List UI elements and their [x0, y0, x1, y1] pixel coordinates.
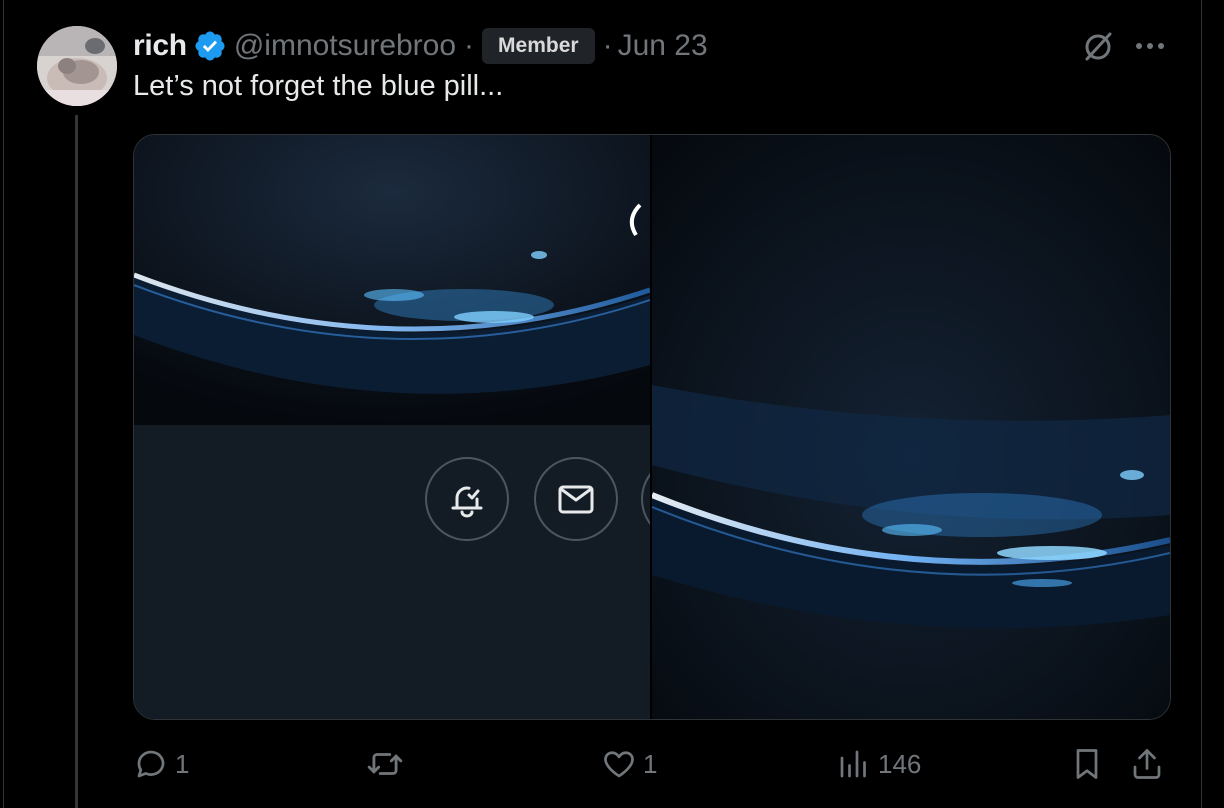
like-button[interactable]: 1 — [601, 740, 657, 788]
share-button[interactable] — [1129, 740, 1165, 788]
share-icon — [1133, 749, 1161, 779]
message-button[interactable] — [534, 457, 618, 541]
avatar[interactable] — [37, 26, 117, 106]
views-chart-icon — [840, 750, 866, 778]
heart-icon — [604, 751, 634, 778]
views-count: 146 — [878, 748, 922, 779]
separator-dot: · — [464, 29, 475, 62]
post-header: rich @imnotsurebroo · Member · Jun 23 — [133, 27, 708, 65]
reply-button[interactable]: 1 — [133, 740, 189, 788]
post-text: Let’s not forget the blue pill... — [133, 70, 504, 102]
views-button[interactable]: 146 — [836, 740, 921, 788]
author-handle[interactable]: @imnotsurebroo — [234, 29, 456, 63]
reply-icon — [137, 750, 165, 778]
bell-check-icon — [451, 486, 483, 518]
repost-icon — [367, 753, 403, 775]
thread-connector-line — [75, 115, 78, 808]
media-grid[interactable] — [133, 134, 1171, 720]
media-image-right[interactable] — [650, 135, 1170, 719]
timeline-border-right — [1201, 0, 1202, 808]
media-image-left[interactable] — [134, 135, 725, 719]
post-date[interactable]: Jun 23 — [618, 29, 708, 63]
timeline-border-left — [3, 0, 4, 808]
grok-icon[interactable] — [1080, 28, 1116, 64]
separator-dot: · — [602, 29, 613, 62]
author-name[interactable]: rich — [133, 29, 187, 63]
bookmark-icon — [1076, 749, 1098, 779]
verified-badge-icon[interactable] — [193, 29, 227, 63]
bookmark-button[interactable] — [1069, 740, 1105, 788]
member-badge[interactable]: Member — [482, 28, 595, 64]
post-action-bar: 1 1 146 — [133, 740, 1169, 788]
envelope-icon — [558, 485, 594, 514]
like-count: 1 — [643, 748, 658, 779]
repost-button[interactable] — [366, 740, 410, 788]
more-options-icon[interactable] — [1133, 34, 1167, 58]
reply-count: 1 — [175, 748, 190, 779]
notification-bell-button[interactable] — [425, 457, 509, 541]
